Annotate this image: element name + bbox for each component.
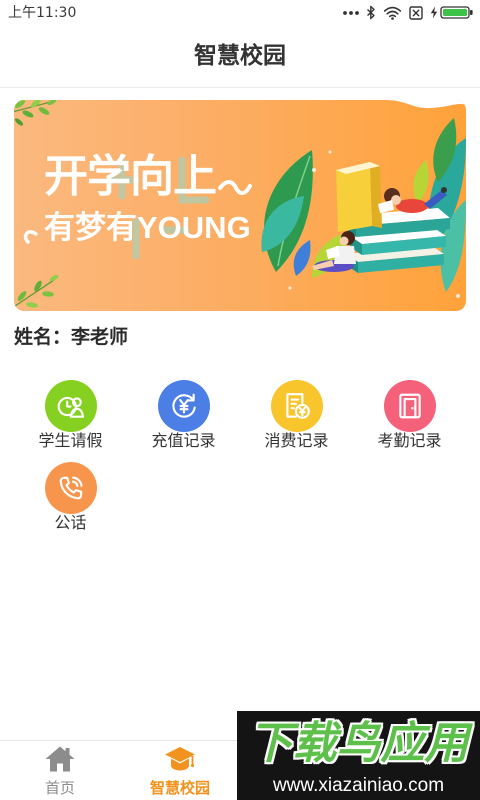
feature-public-phone[interactable]: 公话 [14,462,127,544]
status-bar: 上午11:30 [0,0,480,26]
feature-label: 考勤记录 [377,431,442,450]
sim-card-off-icon [409,6,423,20]
feature-label: 充值记录 [151,431,216,450]
user-name-line: 姓名：李老师 [14,325,128,349]
watermark-url: www.xiazainiao.com [272,775,445,796]
feature-grid: 学生请假 充值记录 消费记录 考勤记录 公话 [14,380,466,544]
graduation-cap-icon [165,747,195,771]
feature-icon-circle [270,380,323,432]
feature-attendance-records[interactable]: 考勤记录 [353,380,466,462]
feature-icon-circle [157,380,210,432]
feature-recharge-records[interactable]: 充值记录 [127,380,240,462]
tab-label: 首页 [44,779,75,797]
attendance-icon [398,393,421,419]
banner-illustration [14,100,466,308]
battery-icon [440,6,473,19]
battery-level-fill [443,9,467,16]
watermark-overlay: 下载鸟应用 www.xiazainiao.com [237,711,480,800]
consumption-icon [285,393,310,419]
feature-icon-circle [383,380,436,432]
feature-student-leave[interactable]: 学生请假 [14,380,127,462]
feature-label: 学生请假 [38,431,103,450]
feature-label: 公话 [54,513,87,532]
tab-smart-campus[interactable]: 智慧校园 [120,741,240,800]
leave-icon [57,396,84,418]
page-header: 智慧校园 [0,26,480,88]
more-dots-icon [343,11,359,15]
feature-icon-circle [44,380,97,432]
phone-icon [59,476,83,500]
bluetooth-icon [367,5,375,20]
feature-label: 消费记录 [264,431,329,450]
page-title: 智慧校园 [194,43,286,69]
watermark-title: 下载鸟应用 [248,718,469,769]
charging-icon [430,6,438,19]
status-time: 上午11:30 [8,5,77,21]
user-name-value: 李老师 [71,326,129,348]
recharge-icon [171,393,196,418]
user-name-label: 姓名： [14,326,72,348]
feature-icon-circle [44,462,97,514]
wifi-icon [383,6,402,20]
feature-consumption-records[interactable]: 消费记录 [240,380,353,462]
tab-label: 智慧校园 [149,779,210,797]
banner-slogan-line1: 开学向上 [44,151,217,202]
tab-home[interactable]: 首页 [0,741,120,800]
banner-slogan-line2: 有梦有YOUNG [44,210,251,245]
promo-banner[interactable]: 开学向上 有梦有YOUNG [14,100,466,311]
home-icon [45,746,75,772]
